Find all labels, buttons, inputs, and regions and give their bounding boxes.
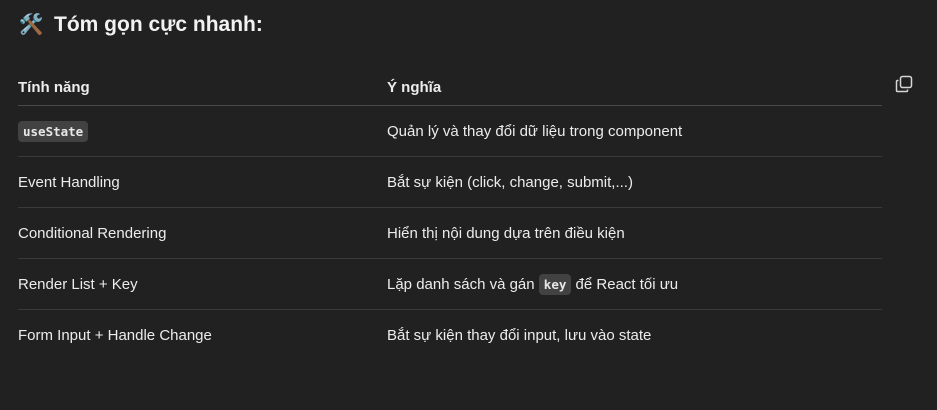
meaning-cell: Bắt sự kiện thay đổi input, lưu vào stat… — [387, 326, 652, 344]
feature-cell: useState — [18, 120, 387, 142]
table-row: useState Quản lý và thay đổi dữ liệu tro… — [18, 106, 882, 157]
heading-text: Tóm gọn cực nhanh: — [54, 12, 263, 36]
table-row: Form Input + Handle Change Bắt sự kiện t… — [18, 310, 882, 360]
table-header-row: Tính năng Ý nghĩa — [18, 70, 882, 106]
column-header-feature: Tính năng — [18, 79, 90, 96]
feature-cell: Conditional Rendering — [18, 224, 167, 242]
section-heading: 🛠️ Tóm gọn cực nhanh: — [18, 12, 263, 37]
copy-icon — [895, 75, 913, 93]
meaning-text-after: để React tối ưu — [571, 275, 679, 293]
feature-cell: Form Input + Handle Change — [18, 326, 212, 344]
table-row: Event Handling Bắt sự kiện (click, chang… — [18, 157, 882, 208]
copy-table-button[interactable] — [895, 75, 913, 93]
meaning-text-before: Lặp danh sách và gán — [387, 275, 539, 293]
inline-code: useState — [18, 120, 89, 142]
table-row: Conditional Rendering Hiển thị nội dung … — [18, 208, 882, 259]
table-row: Render List + Key Lặp danh sách và gán k… — [18, 259, 882, 310]
feature-cell: Event Handling — [18, 173, 120, 191]
meaning-cell: Hiển thị nội dung dựa trên điều kiện — [387, 224, 625, 242]
meaning-cell: Quản lý và thay đổi dữ liệu trong compon… — [387, 122, 683, 140]
meaning-cell: Lặp danh sách và gán key để React tối ưu — [387, 273, 882, 295]
column-header-meaning: Ý nghĩa — [387, 79, 442, 96]
hammer-wrench-icon: 🛠️ — [18, 14, 44, 36]
inline-code: key — [538, 273, 572, 295]
features-table: Tính năng Ý nghĩa useState Quản lý và th… — [18, 70, 882, 360]
feature-cell: Render List + Key — [18, 275, 138, 293]
meaning-cell: Bắt sự kiện (click, change, submit,...) — [387, 173, 633, 191]
